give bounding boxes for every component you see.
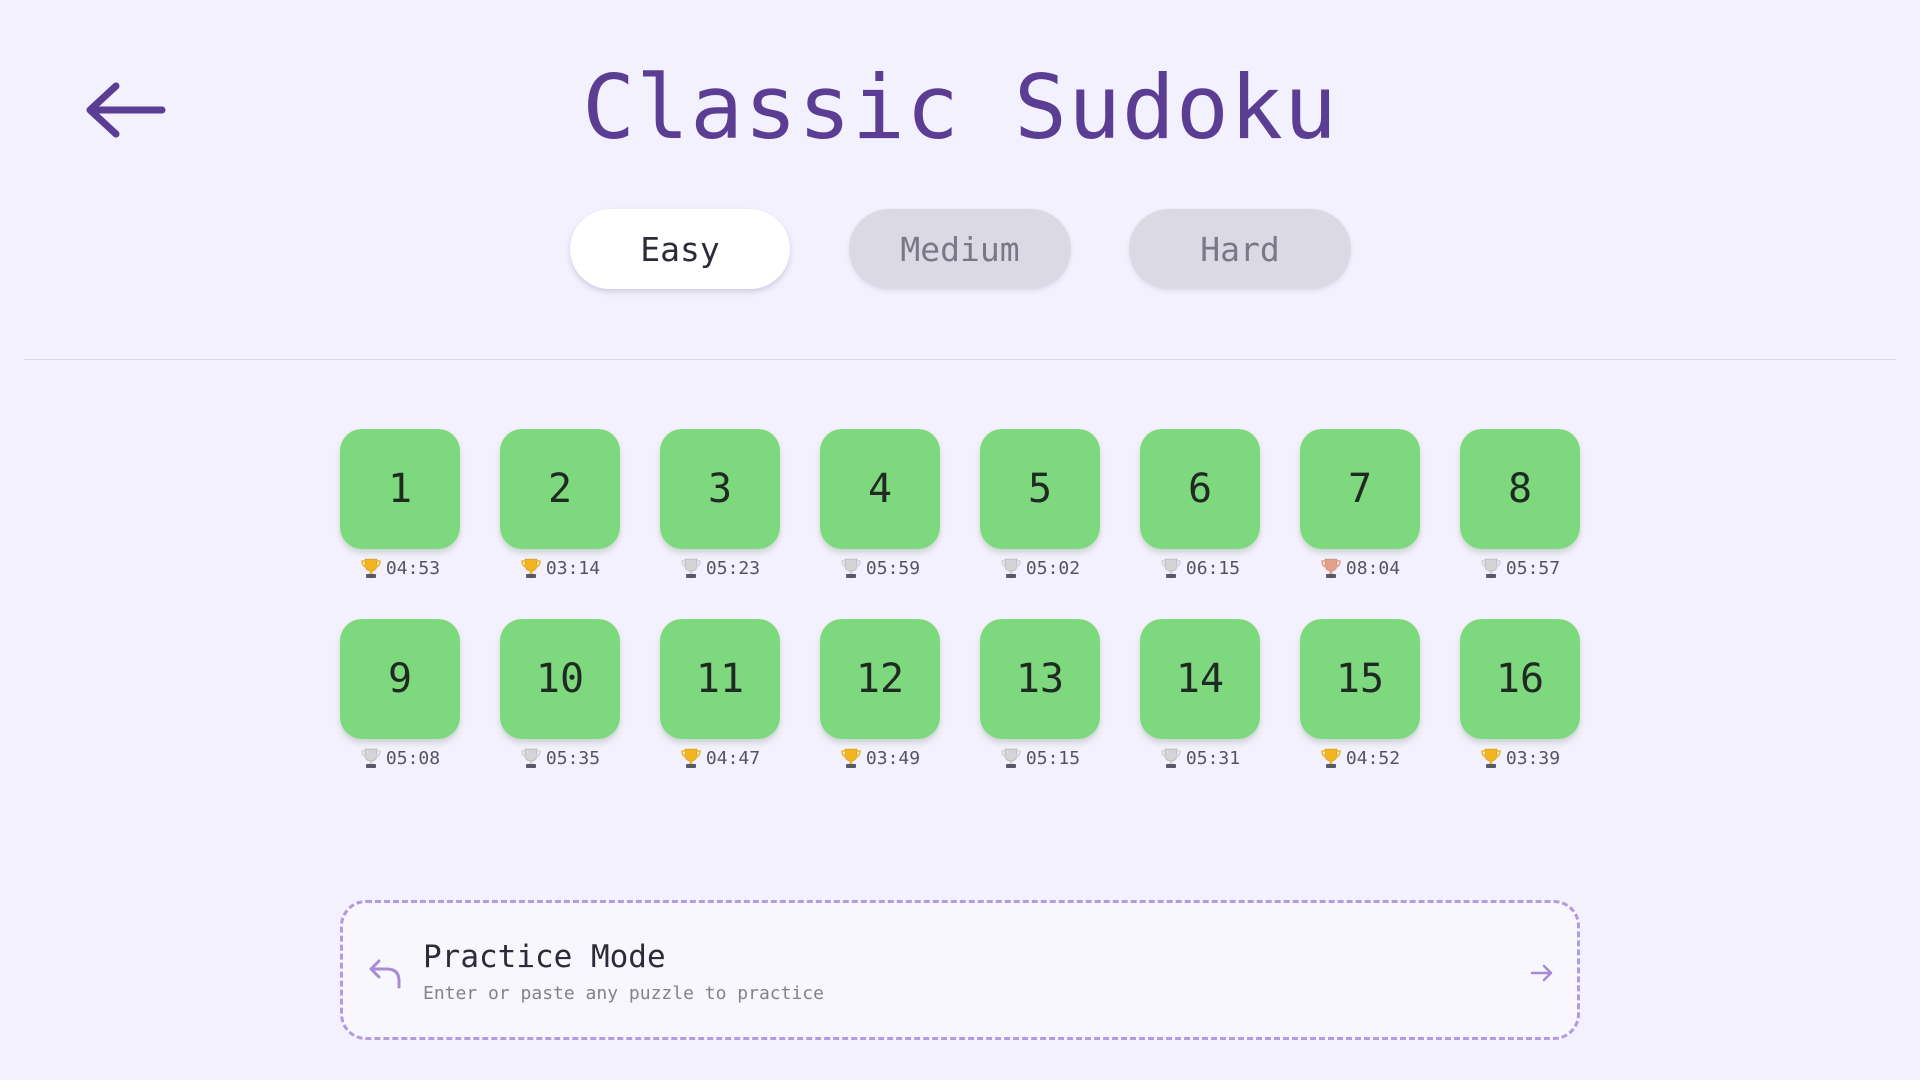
best-time: 05:02 (1000, 555, 1080, 581)
best-time-value: 04:52 (1345, 747, 1401, 769)
level-button[interactable]: 3 (660, 429, 780, 549)
level-button[interactable]: 4 (820, 429, 940, 549)
divider (24, 359, 1896, 360)
level-cell: 14 05:31 (1140, 619, 1260, 809)
level-select-screen: Classic Sudoku Easy Medium Hard 1 04:53 2 0… (0, 0, 1920, 1080)
tab-easy[interactable]: Easy (570, 209, 790, 289)
best-time: 03:39 (1480, 745, 1560, 771)
practice-mode-subtitle: Enter or paste any puzzle to practice (423, 983, 824, 1004)
arrow-right-icon (1530, 964, 1553, 982)
trophy-icon (1001, 748, 1021, 768)
level-button[interactable]: 16 (1460, 619, 1580, 739)
level-cell: 1 04:53 (340, 429, 460, 619)
best-time: 05:57 (1480, 555, 1560, 581)
level-button[interactable]: 6 (1140, 429, 1260, 549)
best-time-value: 05:23 (705, 557, 761, 579)
trophy-icon (681, 748, 701, 768)
best-time: 04:53 (360, 555, 440, 581)
level-button[interactable]: 11 (660, 619, 780, 739)
trophy-icon (1161, 558, 1181, 578)
level-cell: 7 08:04 (1300, 429, 1420, 619)
best-time-value: 04:47 (705, 747, 761, 769)
level-button[interactable]: 8 (1460, 429, 1580, 549)
best-time: 05:35 (520, 745, 600, 771)
level-button[interactable]: 14 (1140, 619, 1260, 739)
best-time-value: 04:53 (385, 557, 441, 579)
level-cell: 13 05:15 (980, 619, 1100, 809)
level-cell: 12 03:49 (820, 619, 940, 809)
best-time: 06:15 (1160, 555, 1240, 581)
best-time: 08:04 (1320, 555, 1400, 581)
undo-arrow-icon (369, 959, 401, 989)
level-button[interactable]: 2 (500, 429, 620, 549)
best-time: 05:23 (680, 555, 760, 581)
difficulty-tabs: Easy Medium Hard (0, 209, 1920, 293)
best-time: 03:14 (520, 555, 600, 581)
trophy-icon (841, 558, 861, 578)
level-button[interactable]: 15 (1300, 619, 1420, 739)
level-cell: 8 05:57 (1460, 429, 1580, 619)
level-cell: 11 04:47 (660, 619, 780, 809)
level-grid: 1 04:53 2 03:14 3 05:23 4 05:59 5 05:02 6 06:15 7 08:… (340, 429, 1580, 809)
level-cell: 2 03:14 (500, 429, 620, 619)
practice-mode-title: Practice Mode (423, 939, 666, 975)
best-time-value: 03:14 (545, 557, 601, 579)
page-title: Classic Sudoku (582, 56, 1338, 159)
level-cell: 5 05:02 (980, 429, 1100, 619)
trophy-icon (1481, 558, 1501, 578)
trophy-icon (1321, 558, 1341, 578)
best-time-value: 05:31 (1185, 747, 1241, 769)
best-time-value: 05:35 (545, 747, 601, 769)
best-time: 05:59 (840, 555, 920, 581)
trophy-icon (361, 748, 381, 768)
trophy-icon (1481, 748, 1501, 768)
best-time-value: 05:02 (1025, 557, 1081, 579)
level-button[interactable]: 7 (1300, 429, 1420, 549)
best-time: 04:52 (1320, 745, 1400, 771)
best-time-value: 05:57 (1505, 557, 1561, 579)
best-time: 05:31 (1160, 745, 1240, 771)
trophy-icon (1001, 558, 1021, 578)
best-time-value: 06:15 (1185, 557, 1241, 579)
best-time-value: 03:49 (865, 747, 921, 769)
level-button[interactable]: 10 (500, 619, 620, 739)
level-cell: 6 06:15 (1140, 429, 1260, 619)
level-cell: 3 05:23 (660, 429, 780, 619)
tab-medium[interactable]: Medium (849, 209, 1071, 289)
trophy-icon (361, 558, 381, 578)
best-time: 05:15 (1000, 745, 1080, 771)
level-button[interactable]: 5 (980, 429, 1100, 549)
best-time-value: 05:08 (385, 747, 441, 769)
trophy-icon (841, 748, 861, 768)
level-cell: 15 04:52 (1300, 619, 1420, 809)
level-button[interactable]: 1 (340, 429, 460, 549)
trophy-icon (1161, 748, 1181, 768)
practice-mode-card[interactable]: Practice Mode Enter or paste any puzzle … (340, 900, 1580, 1040)
best-time: 05:08 (360, 745, 440, 771)
trophy-icon (521, 558, 541, 578)
level-button[interactable]: 12 (820, 619, 940, 739)
trophy-icon (1321, 748, 1341, 768)
trophy-icon (521, 748, 541, 768)
trophy-icon (681, 558, 701, 578)
level-button[interactable]: 9 (340, 619, 460, 739)
tab-hard[interactable]: Hard (1129, 209, 1351, 289)
best-time-value: 05:15 (1025, 747, 1081, 769)
level-cell: 9 05:08 (340, 619, 460, 809)
level-cell: 10 05:35 (500, 619, 620, 809)
level-cell: 4 05:59 (820, 429, 940, 619)
best-time-value: 05:59 (865, 557, 921, 579)
best-time: 04:47 (680, 745, 760, 771)
best-time-value: 08:04 (1345, 557, 1401, 579)
best-time: 03:49 (840, 745, 920, 771)
level-cell: 16 03:39 (1460, 619, 1580, 809)
best-time-value: 03:39 (1505, 747, 1561, 769)
level-button[interactable]: 13 (980, 619, 1100, 739)
